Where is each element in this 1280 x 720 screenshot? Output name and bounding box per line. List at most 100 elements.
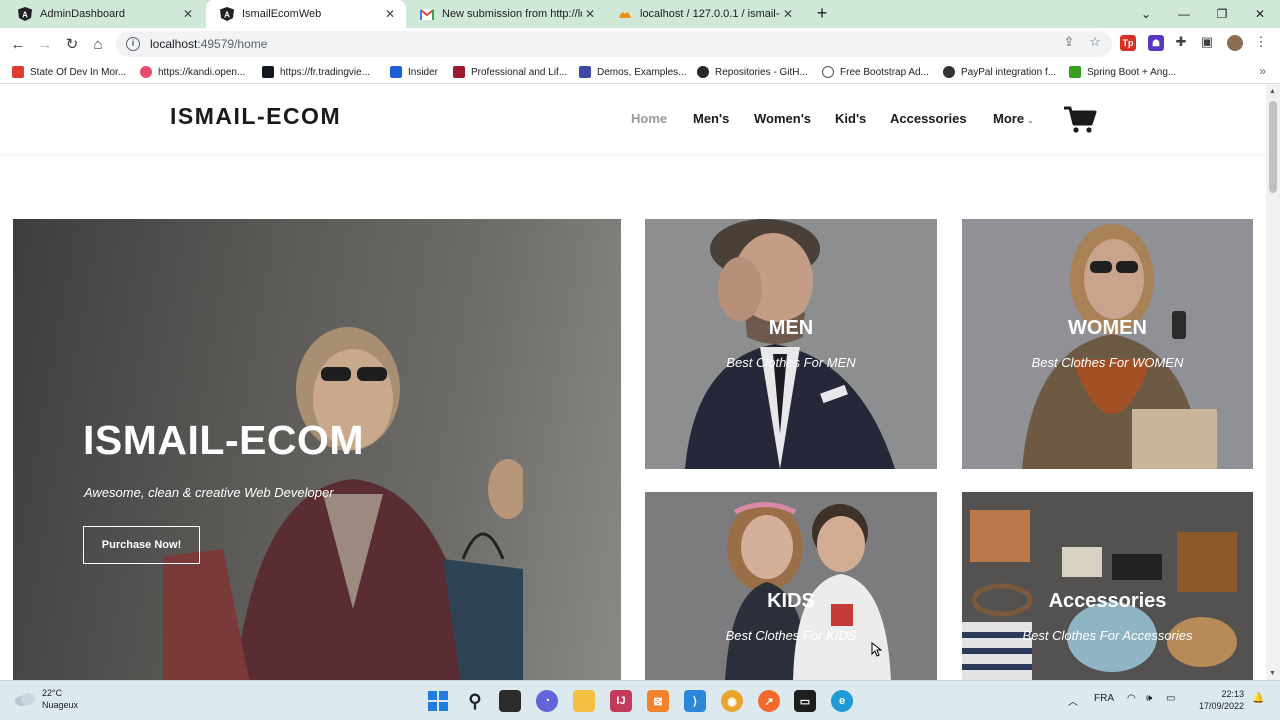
search-icon[interactable]: ⚲ <box>464 690 486 712</box>
bookmark-item[interactable]: Demos, Examples... <box>579 64 686 80</box>
category-card-kids[interactable]: KIDS Best Clothes For KIDS <box>645 492 937 680</box>
bookmark-label: https://kandi.open... <box>158 66 246 78</box>
bookmark-label: Professional and Lif... <box>471 66 568 78</box>
purchase-now-button[interactable]: Purchase Now! <box>83 526 200 564</box>
close-tab-icon[interactable]: ✕ <box>780 6 796 22</box>
card-subtitle: Best Clothes For MEN <box>726 355 856 370</box>
profile-avatar[interactable] <box>1227 35 1243 51</box>
nav-more[interactable]: More ⌄ <box>993 111 1034 126</box>
bookmark-item[interactable]: https://fr.tradingvie... <box>262 64 370 80</box>
system-clock[interactable]: 22:13 17/09/2022 <box>1199 688 1244 712</box>
home-icon[interactable]: ⌂ <box>86 32 110 56</box>
scroll-down-arrow-icon[interactable]: ▼ <box>1269 670 1276 677</box>
tab-gmail-submission[interactable]: New submission from http://localhost ✕ <box>406 0 606 28</box>
accessories-flatlay-image <box>962 510 1237 680</box>
card-subtitle: Best Clothes For Accessories <box>1022 628 1193 643</box>
battery-icon[interactable]: ▭ <box>1166 693 1175 704</box>
browser-toolbar: ← → ↻ ⌂ i localhost:49579/home ⇪ ☆ Tp ☗ … <box>0 28 1280 60</box>
site-logo[interactable]: ISMAIL-ECOM <box>170 103 341 130</box>
page-scrollbar[interactable]: ▲ ▼ <box>1266 85 1280 680</box>
nav-mens[interactable]: Men's <box>693 111 729 126</box>
card-title: WOMEN <box>1068 317 1147 339</box>
intellij-icon[interactable]: IJ <box>610 690 632 712</box>
reload-icon[interactable]: ↻ <box>60 32 84 56</box>
scrollbar-thumb[interactable] <box>1269 101 1277 193</box>
share-icon[interactable]: ⇪ <box>1060 33 1078 51</box>
volume-icon[interactable]: 🕪 <box>1146 693 1152 704</box>
site-info-icon[interactable]: i <box>126 37 140 51</box>
side-panel-icon[interactable]: ▣ <box>1198 33 1216 51</box>
card-subtitle: Best Clothes For WOMEN <box>1031 355 1184 370</box>
card-title: MEN <box>768 317 814 339</box>
weather-widget[interactable]: 22°C Nuageux <box>14 687 78 711</box>
bookmark-item[interactable]: State Of Dev In Mor... <box>12 64 126 80</box>
mouse-cursor-icon <box>871 642 882 657</box>
nav-kids[interactable]: Kid's <box>835 111 866 126</box>
bookmark-item[interactable]: Spring Boot + Ang... <box>1069 64 1176 80</box>
woman-with-bags-image <box>1022 224 1217 469</box>
tab-admin-dashboard[interactable]: A AdminDashboard ✕ <box>4 0 204 28</box>
category-card-men[interactable]: MEN Best Clothes For MEN <box>645 219 937 469</box>
notification-bell-icon[interactable]: 🔔 <box>1252 693 1264 704</box>
clock-time: 22:13 <box>1221 689 1244 699</box>
tab-search-icon[interactable]: ⌄ <box>1127 0 1165 28</box>
scroll-up-arrow-icon[interactable]: ▲ <box>1269 88 1276 95</box>
bookmark-item[interactable]: Free Bootstrap Ad... <box>822 64 929 80</box>
weather-temperature: 22°C <box>42 688 63 698</box>
tab-phpmyadmin[interactable]: localhost / 127.0.0.1 / ismail-ecom ✕ <box>604 0 804 28</box>
extension-badge-icon[interactable]: ☗ <box>1148 35 1164 51</box>
hero-banner: ISMAIL-ECOM Awesome, clean & creative We… <box>13 219 621 680</box>
tab-ismail-ecom-web[interactable]: A IsmailEcomWeb ✕ <box>206 0 406 28</box>
bookmark-label: PayPal integration f... <box>961 66 1057 78</box>
close-window-button[interactable]: ✕ <box>1241 0 1279 28</box>
close-tab-icon[interactable]: ✕ <box>582 6 598 22</box>
bookmark-item[interactable]: Insider <box>390 64 438 80</box>
url-text: localhost:49579/home <box>150 37 267 51</box>
bookmarks-overflow-icon[interactable]: » <box>1259 64 1266 78</box>
nav-womens[interactable]: Women's <box>754 111 811 126</box>
close-tab-icon[interactable]: ✕ <box>180 6 196 22</box>
card-title: Accessories <box>1048 590 1167 612</box>
menu-kebab-icon[interactable]: ⋮ <box>1252 33 1270 51</box>
bookmark-favicon-icon <box>453 66 465 78</box>
category-card-women[interactable]: WOMEN Best Clothes For WOMEN <box>962 219 1253 469</box>
extension-tp-icon[interactable]: Tp <box>1120 35 1136 51</box>
github-icon <box>697 66 709 78</box>
new-tab-button[interactable]: + <box>812 4 832 24</box>
edge-icon[interactable]: e <box>831 690 853 712</box>
terminal-icon[interactable]: ▭ <box>794 690 816 712</box>
bookmark-item[interactable]: PayPal integration f... <box>943 64 1056 80</box>
vscode-icon[interactable]: ⟩ <box>684 690 706 712</box>
back-arrow-icon[interactable]: ← <box>6 32 30 56</box>
cloud-icon <box>15 693 35 706</box>
url-host: localhost <box>150 37 198 51</box>
close-tab-icon[interactable]: ✕ <box>382 6 398 22</box>
nav-home[interactable]: Home <box>631 111 667 126</box>
address-bar[interactable]: i localhost:49579/home <box>116 31 1112 57</box>
file-explorer-icon[interactable] <box>573 690 595 712</box>
input-language[interactable]: FRA <box>1094 693 1114 704</box>
tray-overflow-chevron-icon[interactable]: ︿ <box>1068 693 1078 708</box>
chrome-icon[interactable]: ◉ <box>721 690 743 712</box>
xampp-icon[interactable]: ⊠ <box>647 690 669 712</box>
bookmark-item[interactable]: Repositories - GitH... <box>697 64 808 80</box>
shopping-cart-icon[interactable] <box>1063 105 1097 135</box>
wifi-icon[interactable]: ◠ <box>1127 693 1136 704</box>
site-header: ISMAIL-ECOM Home Men's Women's Kid's Acc… <box>0 85 1266 153</box>
phpmyadmin-icon <box>618 7 632 21</box>
bookmark-star-icon[interactable]: ☆ <box>1086 33 1104 51</box>
category-card-accessories[interactable]: Accessories Best Clothes For Accessories <box>962 492 1253 680</box>
forward-arrow-icon[interactable]: → <box>33 32 57 56</box>
nav-accessories[interactable]: Accessories <box>890 111 967 126</box>
maximize-button[interactable]: ❐ <box>1203 0 1241 28</box>
postman-icon[interactable]: ↗ <box>758 690 780 712</box>
minimize-button[interactable]: — <box>1165 0 1203 28</box>
windows-start-icon[interactable] <box>427 690 449 712</box>
bookmark-item[interactable]: Professional and Lif... <box>453 64 567 80</box>
bookmark-favicon-icon <box>140 66 152 78</box>
task-view-icon[interactable] <box>499 690 521 712</box>
extensions-puzzle-icon[interactable]: ✚ <box>1172 33 1190 51</box>
teams-chat-icon[interactable]: ◔ <box>536 690 558 712</box>
bookmark-item[interactable]: https://kandi.open... <box>140 64 245 80</box>
bookmark-favicon-icon <box>822 66 834 78</box>
